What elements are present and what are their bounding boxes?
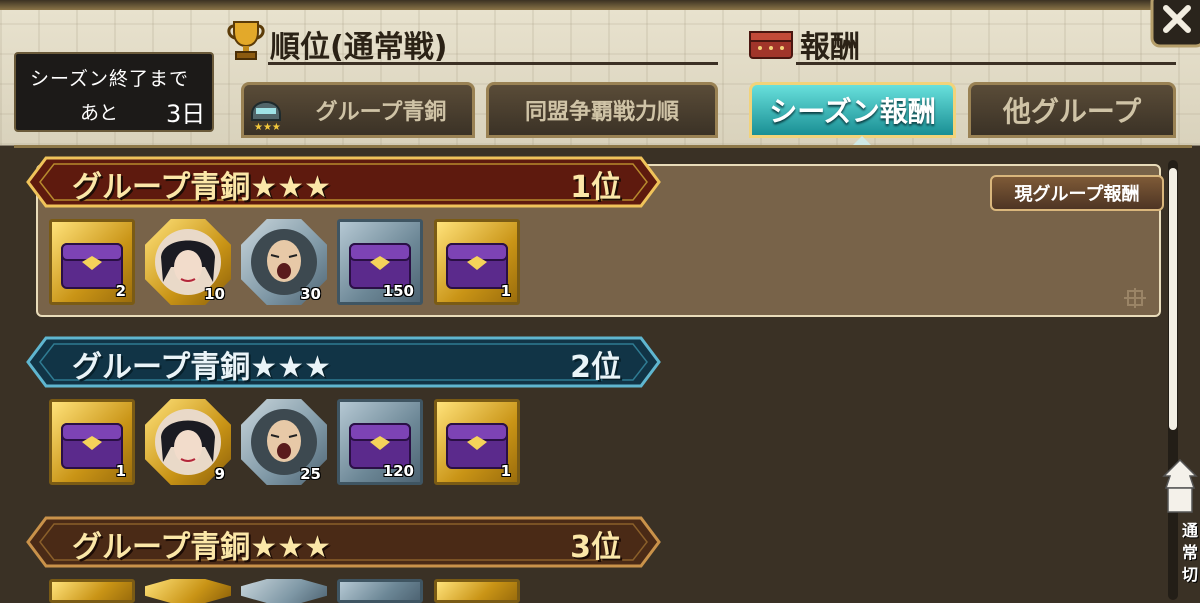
tier-rank: 2位 (570, 350, 621, 385)
tab-alliance-power-label: 同盟争覇戦力順 (524, 100, 679, 125)
svg-text:★★★: ★★★ (254, 122, 281, 132)
tier-title: グループ青銅★★★ (72, 170, 331, 205)
reward-quantity: 10 (204, 285, 225, 303)
reward-item-chest[interactable]: 2 (49, 219, 135, 305)
trophy-icon (227, 21, 265, 60)
reward-item-chest[interactable]: 120 (337, 399, 423, 485)
tier-rank: 1位 (570, 170, 621, 205)
current-group-reward-label: 現グループ報酬 (1014, 184, 1140, 205)
tab-other-groups-label: 他グループ (1002, 95, 1142, 128)
reward-quantity: 2 (115, 282, 126, 300)
app-root: シーズン終了まで あと 3日 順位(通常戦) 報酬 グループ青銅 ★★★ 同盟争… (0, 0, 1200, 603)
reward-quantity: 9 (214, 465, 225, 483)
ranking-header-title: 順位(通常戦) (270, 30, 448, 65)
reward-item-chest[interactable]: 150 (337, 219, 423, 305)
mode-switch-label[interactable]: 通常切 (1182, 520, 1200, 586)
tab-other-groups[interactable]: 他グループ (968, 82, 1176, 138)
season-end-label: シーズン終了まで (30, 68, 190, 90)
reward-item-portrait[interactable]: 9 (145, 399, 231, 485)
reward-item-chest-partial[interactable] (434, 579, 520, 603)
reward-quantity: 150 (382, 282, 414, 300)
tier-title: グループ青銅★★★ (72, 530, 331, 565)
reward-item-chest[interactable]: 1 (434, 219, 520, 305)
reward-item-portrait[interactable]: 10 (145, 219, 231, 305)
reward-item-chest[interactable]: 1 (434, 399, 520, 485)
reward-quantity: 25 (300, 465, 321, 483)
ranking-header-underline (268, 62, 718, 65)
bronze-helmet-icon: ★★★ (251, 101, 281, 132)
reward-item-portrait[interactable]: 25 (241, 399, 327, 485)
tab-alliance-power[interactable]: 同盟争覇戦力順 (486, 82, 718, 138)
scrollbar-thumb[interactable] (1169, 168, 1177, 430)
reward-quantity: 120 (382, 462, 414, 480)
reward-quantity: 1 (500, 462, 511, 480)
reward-item-chest-partial[interactable] (337, 579, 423, 603)
active-tab-pointer (853, 136, 871, 145)
tier-title: グループ青銅★★★ (72, 350, 331, 385)
tab-season-rewards-label: シーズン報酬 (769, 95, 936, 128)
woman-portrait-icon (155, 409, 221, 475)
tab-season-rewards[interactable]: シーズン報酬 (749, 82, 956, 138)
reward-header-underline (796, 62, 1176, 65)
current-group-reward-badge: 現グループ報酬 (990, 175, 1164, 211)
frame-top-border (0, 0, 1200, 10)
corner-ornament-icon (1124, 288, 1146, 308)
tier-banner-2: グループ青銅★★★ 2位 (26, 336, 661, 388)
reward-quantity: 30 (300, 285, 321, 303)
reward-quantity: 1 (500, 282, 511, 300)
reward-quantity: 1 (115, 462, 126, 480)
tier-banner-3: グループ青銅★★★ 3位 (26, 516, 661, 568)
tab-group-bronze-label: グループ青銅 (315, 100, 447, 125)
tier-banner-1: グループ青銅★★★ 1位 (26, 156, 661, 208)
tier-rank: 3位 (570, 530, 621, 565)
reward-item-chest-partial[interactable] (49, 579, 135, 603)
season-prefix: あと (80, 102, 119, 124)
season-days: 3日 (166, 100, 206, 128)
season-remaining-box: シーズン終了まで あと 3日 (14, 52, 214, 132)
treasure-chest-icon (749, 31, 793, 59)
reward-header-title: 報酬 (800, 30, 860, 65)
reward-item-portrait[interactable]: 30 (241, 219, 327, 305)
close-button[interactable] (1150, 0, 1200, 50)
reward-item-chest[interactable]: 1 (49, 399, 135, 485)
